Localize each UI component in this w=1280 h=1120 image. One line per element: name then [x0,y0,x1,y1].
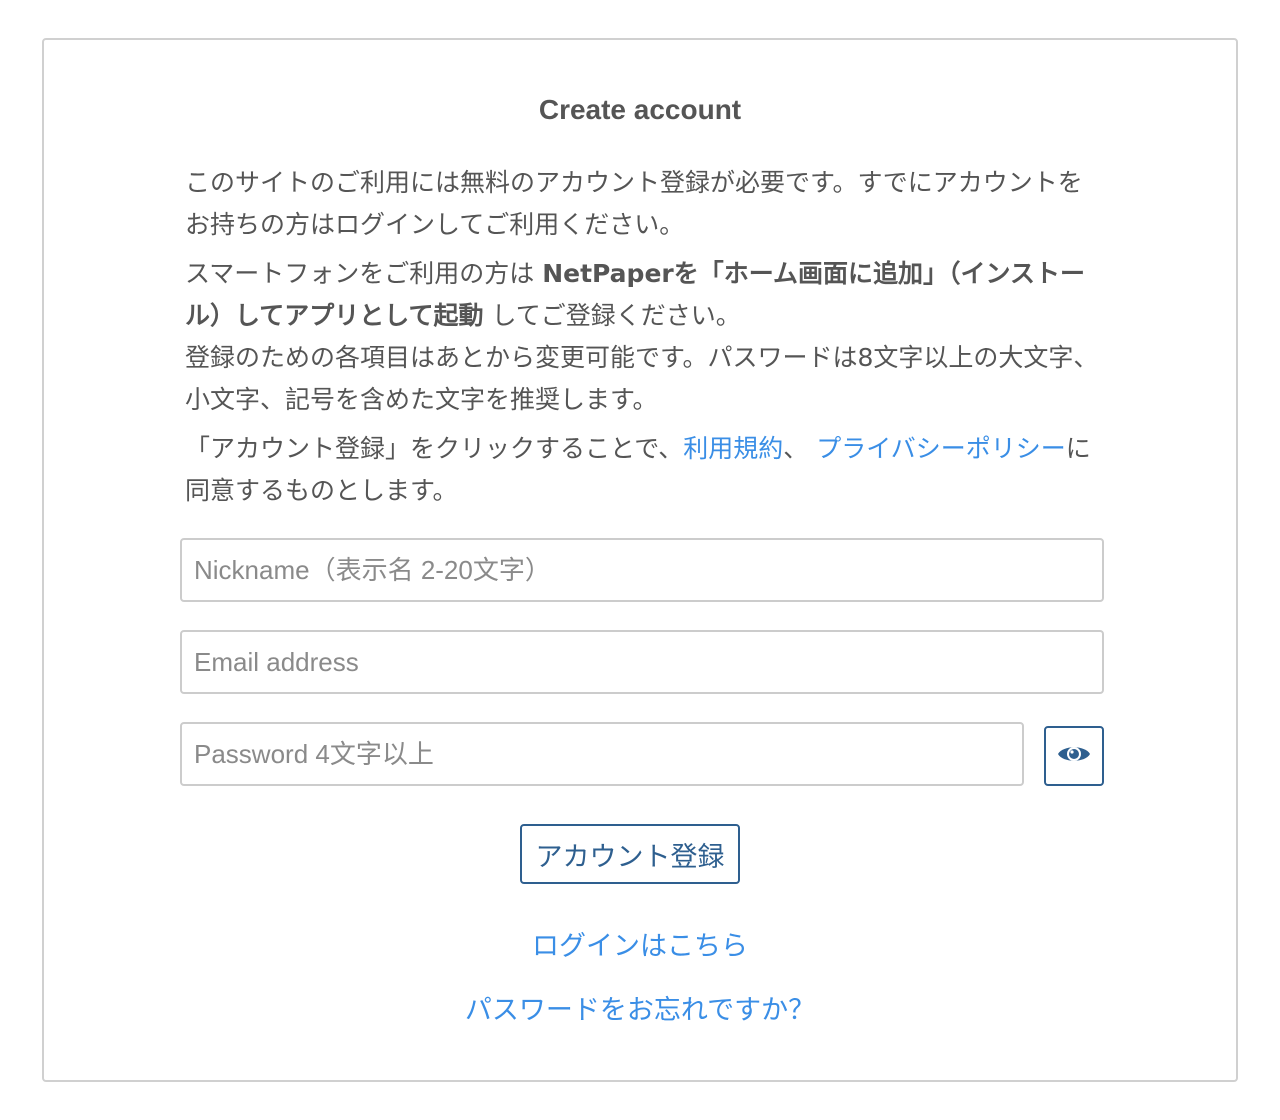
intro-paragraph-smartphone: スマートフォンをご利用の方は NetPaperを「ホーム画面に追加」（インストー… [185,253,1105,421]
password-input[interactable] [180,722,1024,786]
intro-text: このサイトのご利用には無料のアカウント登録が必要です。すでにアカウントをお持ちの… [185,162,1105,512]
terms-note-prefix: 「アカウント登録」をクリックすることで、 [185,434,684,463]
login-link[interactable]: ログインはこちら [44,924,1236,963]
toggle-password-visibility-button[interactable] [1044,726,1104,786]
terms-separator: 、 [783,434,817,463]
privacy-policy-link[interactable]: プライバシーポリシー [816,434,1066,463]
page-title: Create account [538,94,742,125]
intro-paragraph-terms: 「アカウント登録」をクリックすることで、利用規約、 プライバシーポリシーに同意す… [185,428,1105,512]
intro-paragraph-password: 登録のための各項目はあとから変更可能です。パスワードは8文字以上の大文字、小文字… [185,343,1099,414]
eye-icon [1057,743,1091,769]
signup-card: Create account このサイトのご利用には無料のアカウント登録が必要で… [42,38,1238,1082]
terms-link[interactable]: 利用規約 [683,434,783,463]
smartphone-note-prefix: スマートフォンをご利用の方は [185,259,543,288]
smartphone-note-suffix: してご登録ください。 [483,301,741,330]
nickname-input[interactable] [180,538,1104,602]
create-account-button[interactable]: アカウント登録 [520,824,740,884]
forgot-password-link[interactable]: パスワードをお忘れですか？ [44,988,1236,1027]
intro-paragraph-account: このサイトのご利用には無料のアカウント登録が必要です。すでにアカウントをお持ちの… [185,168,1083,239]
email-input[interactable] [180,630,1104,694]
